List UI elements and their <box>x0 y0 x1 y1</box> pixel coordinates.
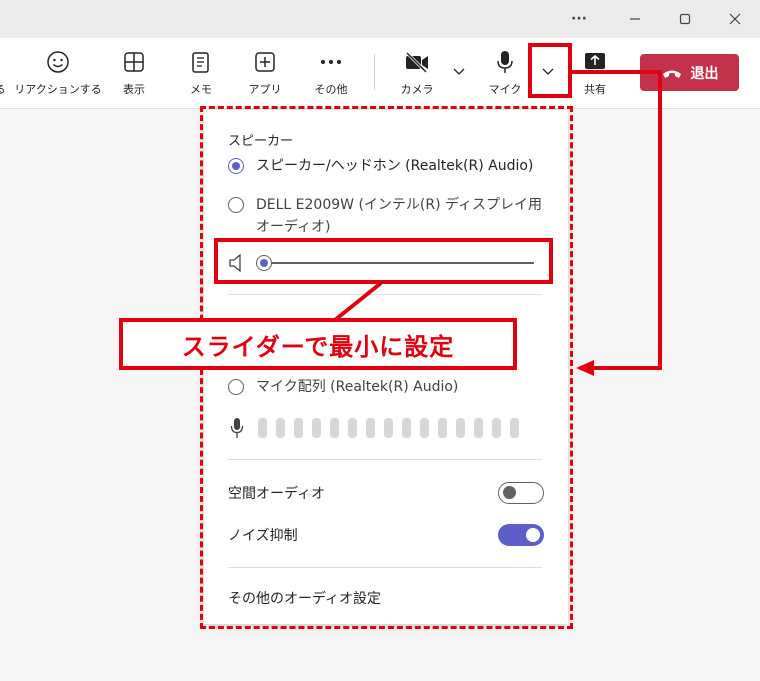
chevron-down-icon <box>542 68 554 75</box>
toolbar-item-share-tray[interactable]: る <box>0 38 10 108</box>
noise-suppression-row: ノイズ抑制 <box>228 522 544 548</box>
mic-level-bar <box>456 418 465 438</box>
minimize-icon <box>630 18 640 20</box>
annotation-connector <box>572 70 662 370</box>
speaker-option-label-wrap: DELL E2009W (インテル(R) ディスプレイ用 オーディオ) <box>256 194 542 238</box>
chevron-down-icon <box>453 68 465 75</box>
leave-button[interactable]: 退出 <box>640 54 739 91</box>
mic-level-bar <box>510 418 519 438</box>
phone-hangup-icon <box>662 70 681 78</box>
mic-level-bar <box>492 418 501 438</box>
spatial-audio-label: 空間オーディオ <box>228 486 326 502</box>
toolbar-label: メモ <box>190 83 212 96</box>
maximize-icon <box>679 13 691 25</box>
toolbar-item-mic[interactable]: マイク <box>485 38 525 108</box>
noise-suppression-label: ノイズ抑制 <box>228 528 298 544</box>
toolbar-item-react[interactable]: リアクションする <box>14 38 102 108</box>
mic-level-bar <box>420 418 429 438</box>
mic-level-bar <box>366 418 375 438</box>
smiley-icon <box>45 49 71 75</box>
speaker-option-dell[interactable]: DELL E2009W (インテル(R) ディスプレイ用 オーディオ) <box>228 194 542 238</box>
mic-level-bar <box>348 418 357 438</box>
mic-level-bar <box>384 418 393 438</box>
section-divider <box>228 294 542 295</box>
mic-level-bar <box>258 418 267 438</box>
mic-level-bar <box>330 418 339 438</box>
radio-unselected[interactable] <box>228 197 244 213</box>
spatial-audio-row: 空間オーディオ <box>228 480 544 506</box>
noise-suppression-toggle[interactable] <box>498 524 544 546</box>
microphone-icon <box>492 49 518 75</box>
mic-level-bar <box>474 418 483 438</box>
toolbar-label: カメラ <box>400 83 434 96</box>
mic-level-bar <box>312 418 321 438</box>
toolbar-label: 共有 <box>584 83 606 96</box>
add-app-icon <box>252 49 278 75</box>
mic-option-label: マイク配列 (Realtek(R) Audio) <box>256 379 459 395</box>
toolbar-label: 表示 <box>123 83 145 96</box>
section-divider <box>228 459 542 460</box>
spatial-audio-toggle[interactable] <box>498 482 544 504</box>
speaker-volume-track[interactable] <box>272 262 534 264</box>
minimize-button[interactable] <box>610 0 660 38</box>
notes-icon <box>188 49 214 75</box>
toolbar-label: リアクションする <box>14 83 102 96</box>
mic-level-bar <box>402 418 411 438</box>
close-button[interactable] <box>710 0 760 38</box>
more-icon <box>318 49 344 75</box>
speaker-option-label-line2: オーディオ) <box>256 219 331 235</box>
radio-selected[interactable] <box>228 158 244 174</box>
annotation-callout: スライダーで最小に設定 <box>119 318 517 370</box>
speaker-volume-icon <box>228 253 244 277</box>
mic-level-bar <box>276 418 285 438</box>
title-bar: ··· <box>0 0 760 38</box>
share-screen-icon <box>582 49 608 75</box>
toolbar-separator <box>374 54 375 90</box>
close-icon <box>729 13 741 25</box>
toolbar-label: マイク <box>488 83 522 96</box>
toolbar-label: アプリ <box>248 83 282 96</box>
microphone-icon <box>230 417 244 443</box>
toolbar-item-view[interactable]: 表示 <box>114 38 154 108</box>
toolbar-label: る <box>0 81 6 97</box>
camera-options-chevron[interactable] <box>448 58 470 86</box>
toolbar-item-more[interactable]: その他 <box>310 38 352 108</box>
mic-level-meter <box>258 418 519 438</box>
grid-icon <box>121 49 147 75</box>
toolbar-label: その他 <box>314 83 348 96</box>
annotation-arrowhead <box>576 360 594 376</box>
section-divider <box>228 567 542 568</box>
more-audio-settings-link[interactable]: その他のオーディオ設定 <box>228 588 381 608</box>
camera-off-icon <box>404 49 430 75</box>
speaker-volume-slider[interactable] <box>256 255 272 271</box>
toolbar-item-share[interactable]: 共有 <box>576 38 614 108</box>
leave-label: 退出 <box>690 65 719 82</box>
speaker-option-label: スピーカー/ヘッドホン (Realtek(R) Audio) <box>256 158 534 174</box>
speaker-section-title: スピーカー <box>228 134 294 149</box>
mic-option-realtek[interactable]: マイク配列 (Realtek(R) Audio) <box>228 376 458 398</box>
maximize-button[interactable] <box>660 0 710 38</box>
radio-unselected[interactable] <box>228 379 244 395</box>
toolbar-item-notes[interactable]: メモ <box>181 38 221 108</box>
mic-level-bar <box>294 418 303 438</box>
speaker-option-label-line1: DELL E2009W (インテル(R) ディスプレイ用 <box>256 197 543 213</box>
mic-level-bar <box>438 418 447 438</box>
more-options-icon[interactable]: ··· <box>554 0 604 38</box>
speaker-option-realtek[interactable]: スピーカー/ヘッドホン (Realtek(R) Audio) <box>228 155 533 177</box>
toolbar-item-camera[interactable]: カメラ <box>397 38 437 108</box>
toolbar-item-apps[interactable]: アプリ <box>245 38 285 108</box>
audio-options-chevron[interactable] <box>537 58 559 86</box>
